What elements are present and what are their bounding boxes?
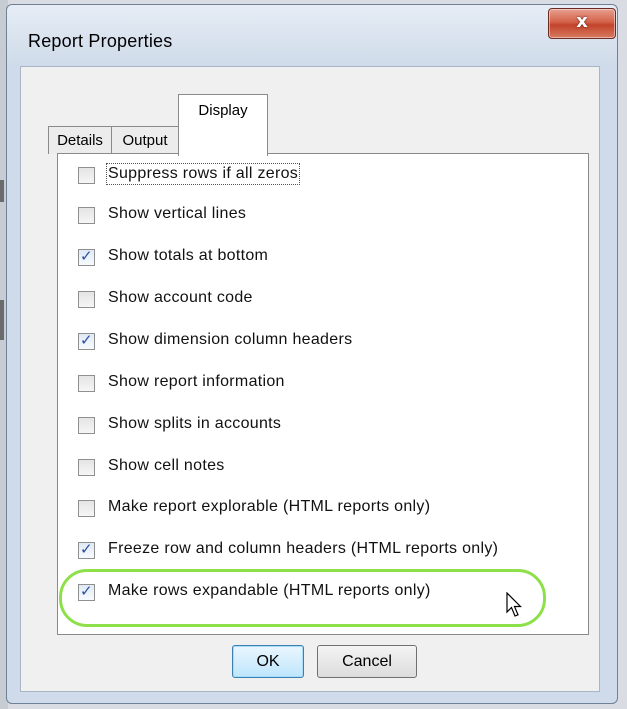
checkbox[interactable] xyxy=(78,207,95,224)
option-label: Show cell notes xyxy=(108,457,225,474)
option-label: Show totals at bottom xyxy=(108,247,269,264)
tab-display[interactable]: Display xyxy=(178,94,268,156)
checkbox[interactable] xyxy=(78,540,95,559)
background-mark xyxy=(0,300,4,340)
checkbox[interactable] xyxy=(78,247,95,266)
mouse-pointer-icon xyxy=(506,592,522,617)
tab-details-label: Details xyxy=(57,132,103,149)
tab-display-label: Display xyxy=(198,102,248,119)
background-mark xyxy=(0,180,4,202)
option-label: Show splits in accounts xyxy=(108,415,282,432)
display-tab-panel xyxy=(57,153,589,635)
dialog-title: Report Properties xyxy=(28,31,173,51)
checkbox[interactable] xyxy=(78,331,95,350)
option-label: Show account code xyxy=(108,289,253,306)
option-label: Make rows expandable (HTML reports only) xyxy=(108,582,431,599)
checkbox[interactable] xyxy=(78,167,95,184)
checkbox[interactable] xyxy=(78,375,95,392)
checkbox[interactable] xyxy=(78,500,95,517)
option-label: Show report information xyxy=(108,373,285,390)
tab-output[interactable]: Output xyxy=(111,126,179,154)
checkbox[interactable] xyxy=(78,459,95,476)
tab-details[interactable]: Details xyxy=(48,126,112,154)
checkbox[interactable] xyxy=(78,417,95,434)
checkbox[interactable] xyxy=(78,291,95,308)
ok-button[interactable]: OK xyxy=(232,645,304,678)
option-label: Suppress rows if all zeros xyxy=(105,163,301,185)
checkbox[interactable] xyxy=(78,582,95,601)
close-button[interactable]: x xyxy=(548,8,616,39)
close-icon: x xyxy=(576,11,588,32)
cancel-button[interactable]: Cancel xyxy=(317,645,417,678)
tab-output-label: Output xyxy=(122,132,168,149)
option-label: Show dimension column headers xyxy=(108,331,353,348)
option-label: Show vertical lines xyxy=(108,205,247,222)
option-label: Make report explorable (HTML reports onl… xyxy=(108,498,431,515)
option-label: Freeze row and column headers (HTML repo… xyxy=(108,540,499,557)
